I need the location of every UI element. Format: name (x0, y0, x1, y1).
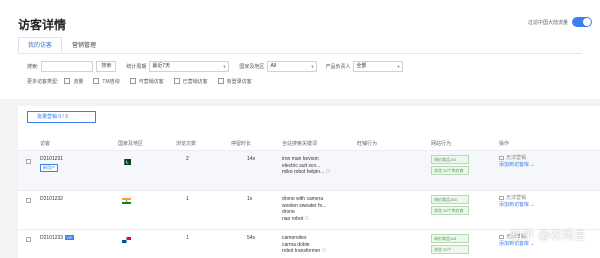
inquiry-tag: 询价商品141 (431, 155, 469, 164)
keyword-list: drone with camera woolen sweater fo... d… (282, 196, 326, 222)
views-count: 1 (186, 196, 189, 202)
inquiry-tag: 询价商品118 (431, 234, 469, 243)
visitor-id: D2101232 (40, 196, 64, 202)
message-icon (499, 234, 504, 239)
site-behavior: 询价商品153 浏览 30个供应商 (431, 195, 469, 217)
tab-my-visitors[interactable]: 我的访客 (18, 37, 63, 53)
page-title: 访客详情 (18, 18, 67, 32)
cannot-market-link: 无法营销 (506, 155, 527, 161)
keyword: drone with camera (282, 196, 324, 202)
views-count: 2 (186, 156, 189, 162)
col-views: 浏览次数 (176, 141, 197, 147)
owner-label: 产品负责人 (325, 63, 351, 70)
person-icon: ⚇ (304, 215, 310, 222)
col-visitor: 访客 (40, 141, 51, 147)
tab-bar: 我的访客 营销管理 (18, 37, 106, 53)
add-to-library-link[interactable]: 添加到访客库 (499, 202, 529, 208)
visitor-type-label: 更多访客类型: (27, 78, 59, 85)
col-site-behavior: 网站行为 (431, 141, 452, 147)
search-label: 搜索: (27, 63, 39, 70)
keyword: robot transformer (282, 248, 321, 254)
tab-marketing[interactable]: 营销管理 (62, 37, 106, 53)
bulk-marketing-button[interactable]: 批量营销 0 / 5 (27, 111, 96, 123)
mainland-filter-toggle[interactable] (572, 17, 592, 27)
pakistan-flag-icon (122, 159, 131, 165)
filter-row: 搜索: 搜索 统计周期 最近7天 ▼ 国家及地区 All ▼ 产品负责人 全部 ▼ (27, 60, 404, 72)
col-store-behavior: 旺铺行为 (357, 141, 378, 147)
panama-flag-icon (122, 237, 131, 243)
person-icon: ⚇ (321, 248, 327, 254)
table-row: D2101231 新用户 2 14s iron man kevson elect… (18, 151, 600, 191)
keyword: miko robot helpin... (282, 169, 325, 175)
period-label: 统计周期 (126, 63, 147, 70)
message-icon (499, 155, 504, 160)
visitor-id: D2101231 (40, 156, 64, 162)
browse-tag: 浏览 32个供应商 (431, 166, 469, 175)
keyword: nao robot (282, 215, 304, 222)
header-panel: 访客详情 过滤中国大陆流量 我的访客 营销管理 搜索: 搜索 统计周期 最近7天… (0, 0, 600, 99)
table-row: D2101232 1 1s drone with camera woolen s… (18, 191, 600, 230)
chevron-down-icon: ▼ (396, 63, 401, 69)
row-actions: 无法营销 添加到访客库 ⌄ (499, 195, 535, 208)
duration: 54s (247, 235, 256, 241)
watermark: 知乎 @农场主 (510, 228, 586, 242)
region-select[interactable]: All ▼ (267, 60, 318, 72)
views-count: 1 (186, 235, 189, 241)
search-button[interactable]: 搜索 (96, 60, 117, 72)
site-behavior: 询价商品118 浏览 32个 (431, 234, 469, 256)
row-checkbox[interactable] (26, 198, 31, 203)
visitor-id: D2101233 (40, 235, 64, 241)
region-label: 国家及地区 (239, 63, 265, 70)
row-checkbox[interactable] (26, 159, 31, 164)
cannot-market-link: 无法营销 (506, 195, 527, 201)
toggle-label: 过滤中国大陆流量 (527, 19, 568, 26)
browse-tag: 浏览 32个 (431, 245, 469, 254)
col-keywords: 全站搜索关键词 (282, 141, 318, 147)
duration: 14s (247, 156, 256, 162)
col-actions: 操作 (499, 141, 510, 147)
duration: 1s (247, 196, 253, 202)
checkbox-traffic[interactable]: 流量 (64, 78, 83, 85)
checkbox-tm-inquiry[interactable]: TM咨询 (93, 78, 120, 85)
visitor-type-row: 更多访客类型: 流量 TM咨询 可营销访客 已营销访客 有登录访客 (27, 77, 262, 85)
period-select[interactable]: 最近7天 ▼ (149, 60, 230, 72)
mainland-filter-toggle-group: 过滤中国大陆流量 (528, 17, 592, 27)
tab-divider (18, 53, 582, 54)
india-flag-icon (122, 198, 131, 204)
search-input[interactable] (41, 60, 94, 72)
chevron-down-icon: ▼ (310, 63, 315, 69)
col-duration: 停留时长 (231, 141, 252, 147)
add-to-library-link[interactable]: 添加到访客库 (499, 162, 529, 168)
vip-badge: VIP (65, 235, 74, 240)
keyword-list: iron man kevson electric suit sco... mik… (282, 156, 330, 176)
keyword-list: cameroites carma doble robot transformer… (282, 235, 326, 255)
col-region: 国家及地区 (118, 141, 144, 147)
row-checkbox[interactable] (26, 237, 31, 242)
message-icon (499, 195, 504, 200)
new-user-tag: 新用户 (40, 164, 58, 172)
table-header: 访客 国家及地区 浏览次数 停留时长 全站搜索关键词 旺铺行为 网站行为 操作 (18, 137, 600, 151)
site-behavior: 询价商品141 浏览 32个供应商 (431, 155, 469, 177)
browse-tag: 浏览 30个供应商 (431, 206, 469, 215)
checkbox-marketed[interactable]: 已营销访客 (173, 78, 208, 85)
inquiry-tag: 询价商品153 (431, 195, 469, 204)
chevron-down-icon: ⌄ (530, 201, 535, 208)
owner-select[interactable]: 全部 ▼ (353, 60, 404, 72)
chevron-down-icon: ⌄ (530, 161, 535, 168)
checkbox-marketable[interactable]: 可营销访客 (129, 78, 164, 85)
visitor-details-page: 访客详情 过滤中国大陆流量 我的访客 营销管理 搜索: 搜索 统计周期 最近7天… (0, 0, 600, 258)
checkbox-logged-in[interactable]: 有登录访客 (217, 78, 252, 85)
row-actions: 无法营销 添加到访客库 ⌄ (499, 155, 535, 168)
chevron-down-icon: ▼ (222, 63, 227, 69)
person-icon: ⚇ (325, 169, 331, 175)
